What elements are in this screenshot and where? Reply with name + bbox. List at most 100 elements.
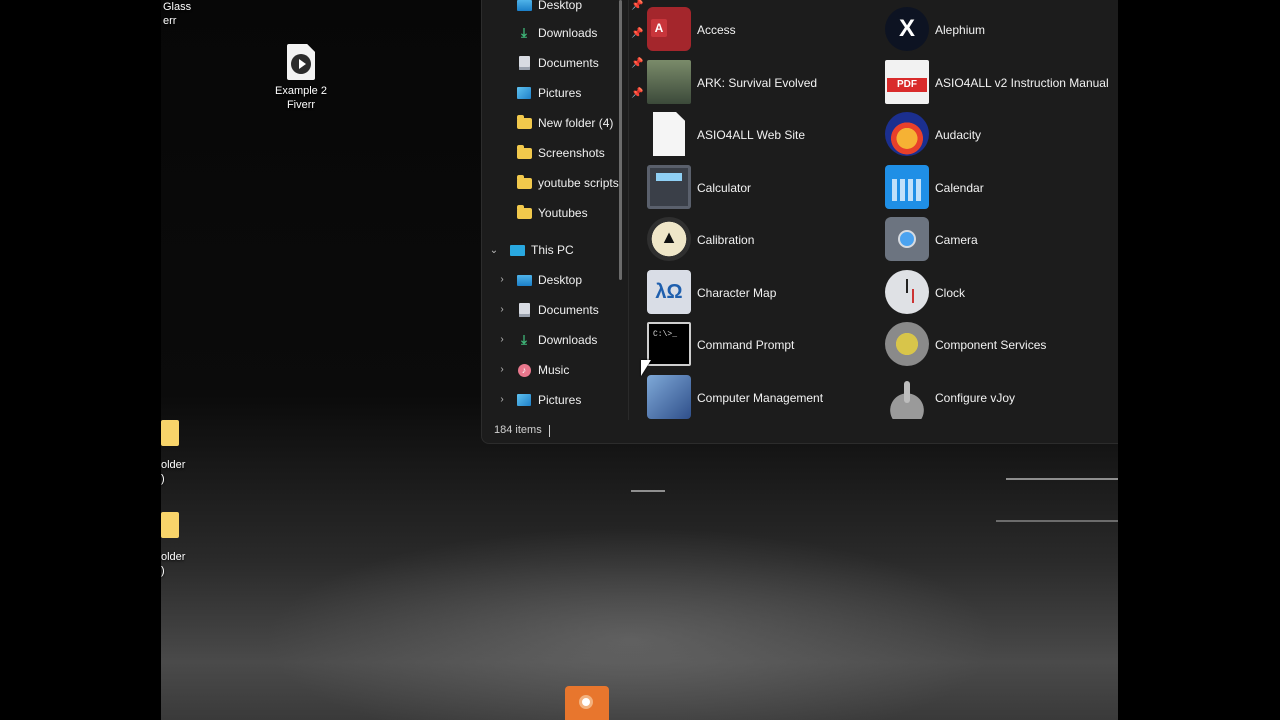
pdf-icon (885, 60, 929, 104)
app-label: Calculator (697, 181, 752, 195)
component-services-icon (885, 322, 929, 366)
nav-item-new-folder-4[interactable]: New folder (4) (516, 111, 613, 135)
nav-item-pc-desktop[interactable]: Desktop (516, 268, 582, 292)
status-bar-item-count: 184 items (494, 424, 542, 436)
app-label: Command Prompt (697, 338, 795, 352)
nav-item-desktop-pinned[interactable]: Desktop 📌 (516, 0, 643, 17)
navigation-scrollbar[interactable] (619, 0, 622, 280)
left-letterbox (0, 0, 161, 720)
app-item-asio4all-manual[interactable]: ASIO4ALL v2 Instruction Manual (885, 60, 1119, 112)
folder-icon (516, 174, 532, 191)
app-item-character-map[interactable]: λΩ Character Map (647, 270, 885, 322)
app-item-ark[interactable]: ARK: Survival Evolved (647, 60, 885, 112)
app-label: ARK: Survival Evolved (697, 76, 818, 90)
file-explorer-window: Desktop 📌 ⤓ Downloads 📌 Documents 📌 Pict… (481, 0, 1119, 444)
chevron-right-icon[interactable]: › (496, 364, 508, 375)
desktop-icon-label: Fiverr (286, 99, 316, 111)
chevron-right-icon[interactable]: › (496, 394, 508, 405)
taskbar-recorder-app-icon[interactable] (565, 686, 609, 720)
desktop-icon-glass[interactable]: Glass err (163, 0, 203, 28)
nav-item-label: youtube scripts (538, 176, 619, 190)
nav-item-label: Pictures (538, 393, 582, 407)
documents-icon (516, 302, 532, 318)
app-label: Access (697, 23, 736, 37)
nav-item-pc-documents[interactable]: Documents (516, 298, 599, 322)
desktop-icon-folder[interactable]: older ) (161, 512, 201, 578)
app-label: Camera (935, 233, 978, 247)
nav-item-downloads-pinned[interactable]: ⤓ Downloads 📌 (516, 21, 643, 45)
app-item-calibration[interactable]: Calibration (647, 217, 885, 269)
app-item-access[interactable]: Access (647, 7, 885, 59)
chevron-right-icon[interactable]: › (496, 334, 508, 345)
desktop-icon-label: ) (161, 473, 165, 485)
app-item-alephium[interactable]: X Alephium (885, 7, 1119, 59)
alephium-icon: X (885, 7, 929, 51)
app-item-calendar[interactable]: Calendar (885, 165, 1119, 217)
folder-icon (516, 144, 532, 161)
app-item-command-prompt[interactable]: Command Prompt (647, 322, 885, 374)
desktop-icon-folder[interactable]: older ) (161, 420, 201, 486)
nav-item-youtubes[interactable]: Youtubes (516, 201, 588, 225)
nav-item-label: Downloads (538, 333, 598, 347)
chevron-right-icon[interactable]: › (496, 304, 508, 315)
app-item-asio4all-website[interactable]: ASIO4ALL Web Site (647, 112, 885, 164)
video-file-icon (287, 44, 315, 80)
chevron-right-icon[interactable]: › (496, 274, 508, 285)
chevron-down-icon[interactable]: ⌄ (488, 245, 500, 256)
app-item-component-services[interactable]: Component Services (885, 322, 1119, 374)
app-list: Access X Alephium ARK: Survival Evolved … (628, 0, 1119, 420)
road-streak (1006, 478, 1118, 480)
nav-item-screenshots[interactable]: Screenshots (516, 141, 605, 165)
nav-item-label: Documents (538, 56, 599, 70)
app-label: Calibration (697, 233, 755, 247)
nav-item-pc-downloads[interactable]: ⤓ Downloads (516, 328, 597, 352)
desktop-icon-label: Glass (163, 1, 192, 13)
documents-icon (516, 55, 532, 71)
ark-icon (647, 60, 691, 104)
app-item-clock[interactable]: Clock (885, 270, 1119, 322)
app-item-configure-vjoy[interactable]: Configure vJoy (885, 375, 1119, 427)
camera-icon (885, 217, 929, 261)
nav-item-label: Music (538, 363, 570, 377)
download-icon: ⤓ (521, 332, 527, 347)
nav-item-pictures-pinned[interactable]: Pictures 📌 (516, 81, 643, 105)
navigation-pane: Desktop 📌 ⤓ Downloads 📌 Documents 📌 Pict… (482, 0, 643, 420)
app-label: Clock (935, 286, 966, 300)
nav-item-label: Pictures (538, 86, 582, 100)
nav-item-label: Youtubes (538, 206, 588, 220)
desktop-icon (516, 272, 532, 288)
pictures-icon (516, 392, 532, 408)
app-label: ASIO4ALL Web Site (697, 128, 806, 142)
desktop-icon-label: err (163, 15, 177, 27)
nav-item-youtube-scripts[interactable]: youtube scripts (516, 171, 619, 195)
desktop-icon-label: ) (161, 565, 165, 577)
pictures-icon (516, 85, 532, 101)
blank-document-icon (653, 112, 685, 156)
computer-management-icon (647, 375, 691, 419)
folder-icon (161, 512, 179, 538)
this-pc-icon (509, 242, 525, 258)
app-item-computer-management[interactable]: Computer Management (647, 375, 885, 427)
app-label: Calendar (935, 181, 984, 195)
app-label: Character Map (697, 286, 777, 300)
app-item-camera[interactable]: Camera (885, 217, 1119, 269)
access-icon (647, 7, 691, 51)
desktop-icon-example-video[interactable]: Example 2 Fiverr (261, 44, 341, 112)
app-label: Audacity (935, 128, 982, 142)
nav-item-this-pc[interactable]: This PC (509, 238, 574, 262)
desktop-icon (516, 0, 532, 13)
nav-item-label: Desktop (538, 273, 583, 287)
audacity-icon (885, 112, 929, 156)
app-label: Configure vJoy (935, 391, 1016, 405)
app-item-calculator[interactable]: Calculator (647, 165, 885, 217)
app-label: Component Services (935, 338, 1047, 352)
nav-item-pc-music[interactable]: ♪ Music (516, 358, 569, 382)
app-label: Alephium (935, 23, 986, 37)
app-item-audacity[interactable]: Audacity (885, 112, 1119, 164)
vjoy-icon (885, 375, 929, 419)
nav-item-pc-pictures[interactable]: Pictures (516, 388, 581, 412)
nav-item-documents-pinned[interactable]: Documents 📌 (516, 51, 643, 75)
status-bar-divider (549, 425, 550, 437)
folder-icon (516, 114, 532, 131)
desktop-icon-label: Example 2 (275, 85, 327, 97)
